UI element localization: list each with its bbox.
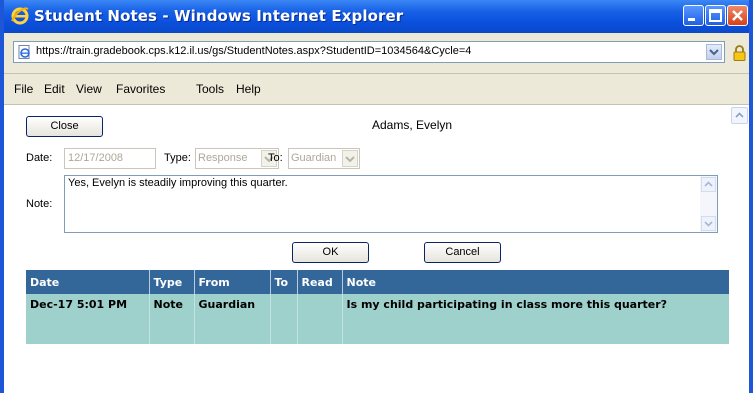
notes-table-header: Date Type From To Read Note (26, 270, 729, 294)
close-window-button[interactable] (727, 5, 748, 26)
close-icon (732, 10, 743, 21)
to-select-value: Guardian (291, 152, 337, 164)
column-header-to[interactable]: To (270, 270, 298, 294)
url-field[interactable]: https://train.gradebook.cps.k12.il.us/gs… (13, 41, 725, 63)
maximize-button[interactable] (705, 5, 726, 26)
menu-edit[interactable]: Edit (44, 82, 65, 96)
maximize-icon (709, 9, 722, 22)
url-dropdown-button[interactable] (706, 44, 722, 60)
title-bar: Student Notes - Windows Internet Explore… (4, 0, 749, 33)
ok-button[interactable]: OK (292, 242, 369, 263)
chevron-up-icon (735, 112, 744, 118)
chevron-up-icon (704, 181, 713, 187)
note-scrollbar[interactable] (700, 176, 717, 232)
cell-date: Dec-17 5:01 PM (26, 294, 150, 344)
type-label: Type: (164, 152, 191, 164)
menu-tools[interactable]: Tools (196, 82, 224, 96)
menu-help[interactable]: Help (236, 82, 261, 96)
chevron-down-icon (704, 221, 713, 227)
column-header-read[interactable]: Read (297, 270, 343, 294)
menu-view[interactable]: View (76, 82, 102, 96)
column-header-from[interactable]: From (194, 270, 271, 294)
cell-to (270, 294, 298, 344)
note-textarea[interactable]: Yes, Evelyn is steadily improving this q… (64, 175, 718, 233)
minimize-button[interactable] (683, 5, 704, 26)
column-header-note[interactable]: Note (342, 270, 729, 294)
cell-read (297, 294, 343, 344)
ie-logo-icon (11, 7, 29, 25)
menu-bar: File Edit View Favorites Tools Help (4, 74, 749, 105)
lock-icon[interactable] (733, 45, 746, 61)
window-title: Student Notes - Windows Internet Explore… (34, 7, 404, 25)
cancel-button[interactable]: Cancel (424, 242, 501, 263)
chevron-down-icon (709, 49, 719, 56)
type-select[interactable]: Response (195, 148, 279, 169)
page-scroll-up-button[interactable] (731, 107, 748, 124)
to-dropdown-arrow[interactable] (342, 150, 358, 167)
note-scroll-up-button[interactable] (701, 177, 716, 192)
minimize-icon (688, 18, 695, 21)
cell-type: Note (149, 294, 195, 344)
browser-window: Student Notes - Windows Internet Explore… (0, 0, 753, 393)
to-select[interactable]: Guardian (288, 148, 360, 169)
chevron-down-icon (345, 156, 355, 163)
note-label: Note: (26, 198, 53, 210)
to-label: To: (268, 152, 283, 164)
column-header-type[interactable]: Type (149, 270, 195, 294)
type-select-value: Response (198, 152, 248, 164)
date-label: Date: (26, 152, 53, 164)
url-text: https://train.gradebook.cps.k12.il.us/gs… (36, 45, 472, 57)
table-row[interactable]: Dec-17 5:01 PM Note Guardian Is my child… (26, 294, 729, 344)
column-header-date[interactable]: Date (26, 270, 150, 294)
note-scroll-down-button[interactable] (701, 216, 716, 231)
menu-file[interactable]: File (14, 82, 33, 96)
cell-note: Is my child participating in class more … (342, 294, 729, 344)
student-name: Adams, Evelyn (372, 118, 453, 132)
date-field[interactable]: 12/17/2008 (64, 148, 156, 169)
cell-from: Guardian (194, 294, 271, 344)
close-button[interactable]: Close (26, 116, 103, 137)
note-text: Yes, Evelyn is steadily improving this q… (68, 177, 288, 189)
address-bar: https://train.gradebook.cps.k12.il.us/gs… (4, 33, 749, 74)
notes-table: Date Type From To Read Note Dec-17 5:01 … (26, 270, 729, 344)
page-content: Close Adams, Evelyn Date: 12/17/2008 Typ… (4, 105, 749, 393)
page-icon (18, 45, 30, 59)
menu-favorites[interactable]: Favorites (116, 82, 165, 96)
